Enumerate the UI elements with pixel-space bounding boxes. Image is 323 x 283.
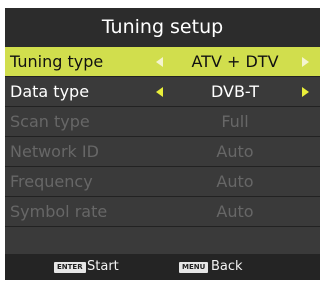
tuning-setup-panel: Tuning setup Tuning type ATV + DTV Data … <box>5 8 320 280</box>
tuning-type-label: Tuning type <box>10 52 104 71</box>
network-id-row: Network ID Auto <box>5 137 320 167</box>
start-hint: Start <box>87 259 119 274</box>
data-type-row[interactable]: Data type DVB-T <box>5 77 320 107</box>
symbol-rate-value: Auto <box>216 202 254 221</box>
data-type-label: Data type <box>10 82 90 101</box>
symbol-rate-label: Symbol rate <box>10 202 108 221</box>
empty-row <box>5 227 320 257</box>
right-arrow-icon[interactable] <box>302 87 309 97</box>
left-arrow-icon[interactable] <box>156 57 163 67</box>
menu-title: Tuning setup <box>5 8 320 46</box>
frequency-row: Frequency Auto <box>5 167 320 197</box>
settings-list: Tuning type ATV + DTV Data type DVB-T Sc… <box>5 47 320 257</box>
data-type-value: DVB-T <box>210 82 260 101</box>
left-arrow-icon[interactable] <box>156 87 163 97</box>
tuning-type-row[interactable]: Tuning type ATV + DTV <box>5 47 320 77</box>
enter-key-icon: ENTER <box>54 262 86 273</box>
scan-type-label: Scan type <box>10 112 90 131</box>
frequency-label: Frequency <box>10 172 93 191</box>
network-id-label: Network ID <box>10 142 99 161</box>
back-hint: Back <box>211 259 243 274</box>
network-id-value: Auto <box>216 142 254 161</box>
footer-bar: ENTER Start MENU Back <box>5 254 320 280</box>
menu-key-icon: MENU <box>179 262 209 273</box>
symbol-rate-row: Symbol rate Auto <box>5 197 320 227</box>
frequency-value: Auto <box>216 172 254 191</box>
right-arrow-icon[interactable] <box>302 57 309 67</box>
scan-type-row: Scan type Full <box>5 107 320 137</box>
scan-type-value: Full <box>221 112 249 131</box>
tv-menu-screen: Tuning setup Tuning type ATV + DTV Data … <box>0 0 323 283</box>
tuning-type-value: ATV + DTV <box>191 52 279 71</box>
